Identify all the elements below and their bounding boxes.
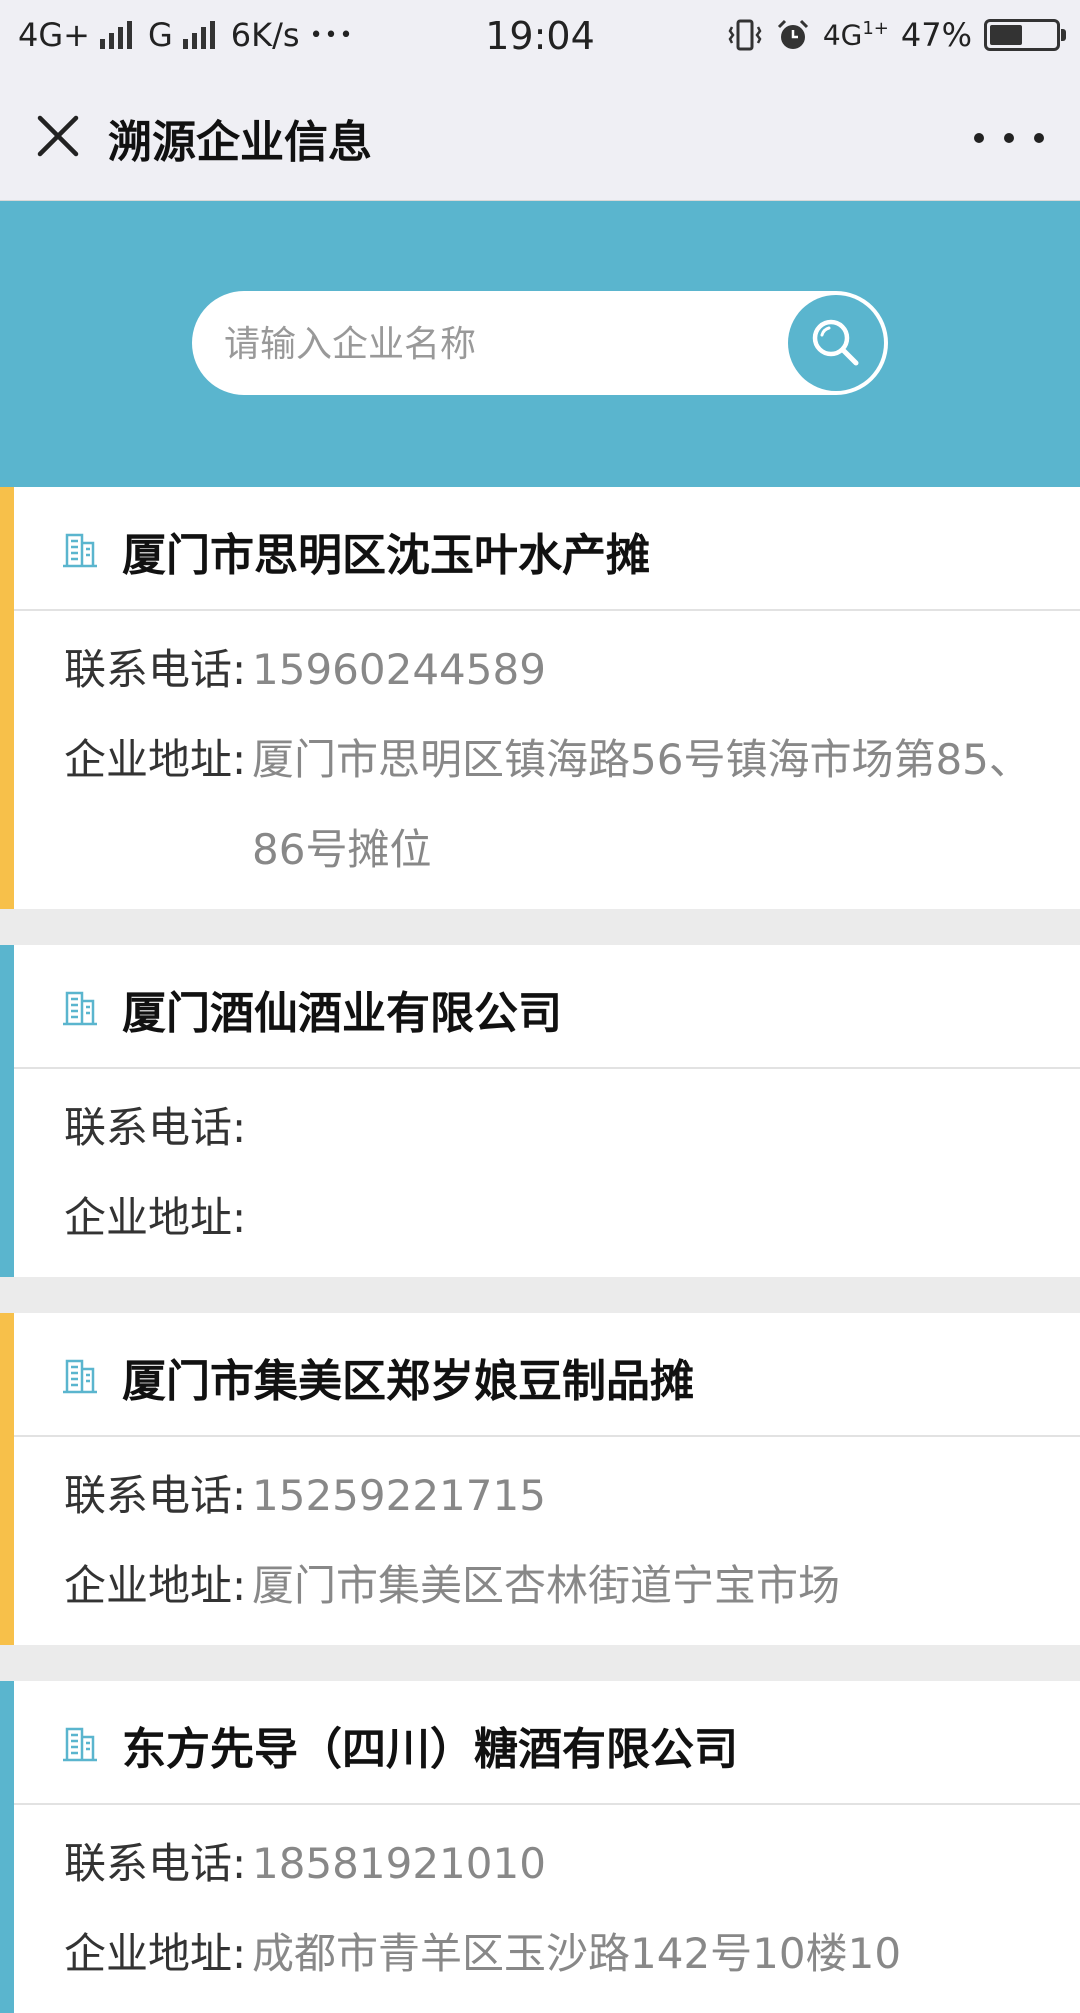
address-label: 企业地址:	[64, 1929, 247, 1978]
company-name: 厦门市集美区郑岁娘豆制品摊	[122, 1356, 694, 1407]
company-name: 东方先导（四川）糖酒有限公司	[122, 1724, 738, 1775]
address-label: 企业地址:	[64, 1561, 247, 1610]
company-name: 厦门酒仙酒业有限公司	[122, 988, 562, 1039]
battery-percent: 47%	[900, 16, 972, 54]
status-bar: 4G+ G 6K/s ••• 19:04 4G1+ 47%	[0, 0, 1080, 72]
search-button[interactable]	[788, 295, 884, 391]
phone-value: 15259221715	[252, 1471, 546, 1520]
address-label: 企业地址:	[64, 735, 247, 784]
status-right: 4G1+ 47%	[727, 16, 1066, 54]
company-card[interactable]: 厦门市集美区郑岁娘豆制品摊 联系电话: 15259221715 企业地址: 厦门…	[0, 1313, 1080, 1645]
phone-row: 联系电话: 18581921010	[14, 1819, 1080, 1909]
card-header: 厦门市思明区沈玉叶水产摊	[14, 487, 1080, 611]
address-row: 企业地址: 成都市青羊区玉沙路142号10楼10	[14, 1909, 1080, 1999]
address-value: 成都市青羊区玉沙路142号10楼10	[252, 1929, 902, 1978]
building-icon	[63, 1727, 97, 1762]
card-accent-bar	[0, 487, 14, 909]
close-button[interactable]	[30, 108, 86, 164]
alarm-icon	[777, 19, 808, 49]
phone-row: 联系电话:	[14, 1083, 1080, 1173]
search-box	[192, 291, 888, 397]
card-body: 联系电话: 15960244589 企业地址: 厦门市思明区镇海路56号镇海市场…	[14, 611, 1080, 909]
search-icon	[812, 319, 859, 366]
phone-value	[252, 1083, 1080, 1173]
phone-value: 15960244589	[252, 645, 546, 694]
card-body: 联系电话: 15259221715 企业地址: 厦门市集美区杏林街道宁宝市场	[14, 1437, 1080, 1645]
phone-label: 联系电话:	[64, 1103, 247, 1152]
close-icon	[37, 115, 79, 157]
card-accent-bar	[0, 1313, 14, 1645]
dot-icon	[1034, 133, 1044, 143]
company-name: 厦门市思明区沈玉叶水产摊	[122, 530, 650, 581]
building-icon	[63, 991, 97, 1026]
phone-row: 联系电话: 15259221715	[14, 1451, 1080, 1541]
address-label: 企业地址:	[64, 1193, 247, 1242]
phone-row: 联系电话: 15960244589	[14, 625, 1080, 715]
address-value	[252, 1173, 1080, 1263]
vibrate-icon	[728, 19, 762, 51]
company-card[interactable]: 东方先导（四川）糖酒有限公司 联系电话: 18581921010 企业地址: 成…	[0, 1681, 1080, 2013]
card-accent-bar	[0, 945, 14, 1277]
address-row: 企业地址:	[14, 1173, 1080, 1263]
network-4g-right: 4G1+	[822, 18, 889, 52]
card-accent-bar	[0, 1681, 14, 2013]
search-banner	[0, 201, 1080, 487]
phone-label: 联系电话:	[64, 645, 247, 694]
company-card[interactable]: 厦门市思明区沈玉叶水产摊 联系电话: 15960244589 企业地址: 厦门市…	[0, 487, 1080, 909]
dot-icon	[974, 133, 984, 143]
phone-label: 联系电话:	[64, 1839, 247, 1888]
card-body: 联系电话: 18581921010 企业地址: 成都市青羊区玉沙路142号10楼…	[14, 1805, 1080, 2013]
dot-icon	[1004, 133, 1014, 143]
building-icon	[63, 1359, 97, 1394]
more-options-button[interactable]	[974, 118, 1044, 158]
phone-value: 18581921010	[252, 1839, 546, 1888]
card-header: 厦门市集美区郑岁娘豆制品摊	[14, 1313, 1080, 1437]
address-row: 企业地址: 厦门市集美区杏林街道宁宝市场	[14, 1541, 1080, 1631]
address-value: 厦门市集美区杏林街道宁宝市场	[252, 1561, 841, 1610]
page-title: 溯源企业信息	[108, 117, 372, 168]
search-input[interactable]	[222, 291, 746, 397]
card-header: 东方先导（四川）糖酒有限公司	[14, 1681, 1080, 1805]
address-value: 厦门市思明区镇海路56号镇海市场第85、86号摊位	[252, 735, 1031, 874]
card-body: 联系电话: 企业地址:	[14, 1069, 1080, 1277]
building-icon	[63, 533, 97, 568]
address-row: 企业地址: 厦门市思明区镇海路56号镇海市场第85、86号摊位	[14, 715, 1080, 895]
company-list: 厦门市思明区沈玉叶水产摊 联系电话: 15960244589 企业地址: 厦门市…	[0, 487, 1080, 2013]
card-header: 厦门酒仙酒业有限公司	[14, 945, 1080, 1069]
company-card[interactable]: 厦门酒仙酒业有限公司 联系电话: 企业地址:	[0, 945, 1080, 1277]
phone-label: 联系电话:	[64, 1471, 247, 1520]
title-bar: 溯源企业信息	[0, 72, 1080, 201]
battery-icon	[984, 19, 1066, 51]
